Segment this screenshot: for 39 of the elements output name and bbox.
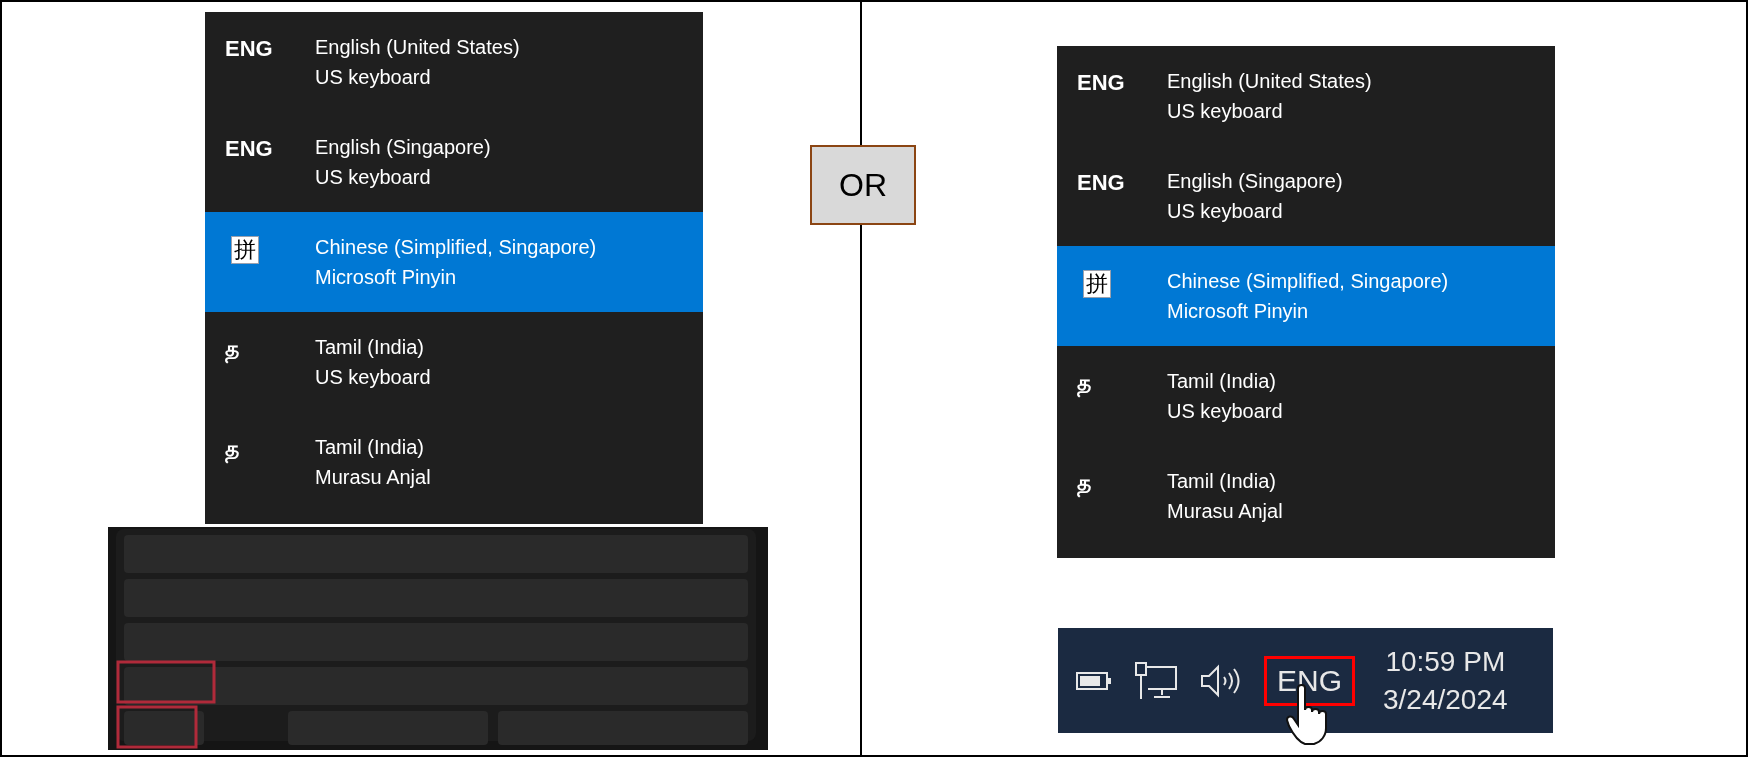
language-name: Tamil (India) <box>1167 369 1277 394</box>
or-label: OR <box>810 145 916 225</box>
language-indicator[interactable]: ENG <box>1264 655 1355 706</box>
keyboard-layout: Murasu Anjal <box>315 465 431 490</box>
language-icon: ENG <box>225 34 273 64</box>
language-name: English (Singapore) <box>315 135 491 160</box>
battery-icon <box>1076 670 1112 691</box>
speaker-icon <box>1200 663 1242 698</box>
language-name: Tamil (India) <box>1167 469 1277 494</box>
language-name: Chinese (Simplified, Singapore) <box>1167 269 1449 294</box>
language-name: Tamil (India) <box>315 435 425 460</box>
keyboard-layout: Microsoft Pinyin <box>315 265 458 290</box>
keyboard-layout: Microsoft Pinyin <box>1167 299 1310 324</box>
language-name: Chinese (Simplified, Singapore) <box>315 235 597 260</box>
keyboard-layout: US keyboard <box>1167 99 1284 124</box>
language-icon: ENG <box>1077 68 1125 98</box>
language-icon: 拼 <box>1083 270 1111 298</box>
clock-time: 10:59 PM <box>1385 644 1506 679</box>
language-icon: த <box>225 434 239 464</box>
language-name: Tamil (India) <box>315 335 425 360</box>
keyboard-layout: Murasu Anjal <box>1167 499 1283 524</box>
language-icon: த <box>1077 368 1091 398</box>
keyboard-layout: US keyboard <box>1167 199 1284 224</box>
network-icon <box>1134 660 1178 701</box>
language-icon: த <box>1077 468 1091 498</box>
keyboard-layout: US keyboard <box>315 65 432 90</box>
language-name: English (United States) <box>315 35 520 60</box>
clock-date: 3/24/2024 <box>1383 682 1508 717</box>
language-icon: ENG <box>1077 168 1125 198</box>
language-icon: த <box>225 334 239 364</box>
language-item[interactable]: 拼 Chinese (Simplified, Singapore) Microsoft Pinyin <box>205 212 703 312</box>
keyboard-layout: US keyboard <box>1167 399 1283 424</box>
language-name: English (Singapore) <box>1167 169 1343 194</box>
language-icon: 拼 <box>231 236 259 264</box>
keyboard-layout: US keyboard <box>315 365 431 390</box>
language-item[interactable]: 拼 Chinese (Simplified, Singapore) Microsoft Pinyin <box>1057 246 1555 346</box>
language-name: English (United States) <box>1167 69 1372 94</box>
keyboard-layout: US keyboard <box>315 165 432 190</box>
language-icon: ENG <box>225 134 273 164</box>
